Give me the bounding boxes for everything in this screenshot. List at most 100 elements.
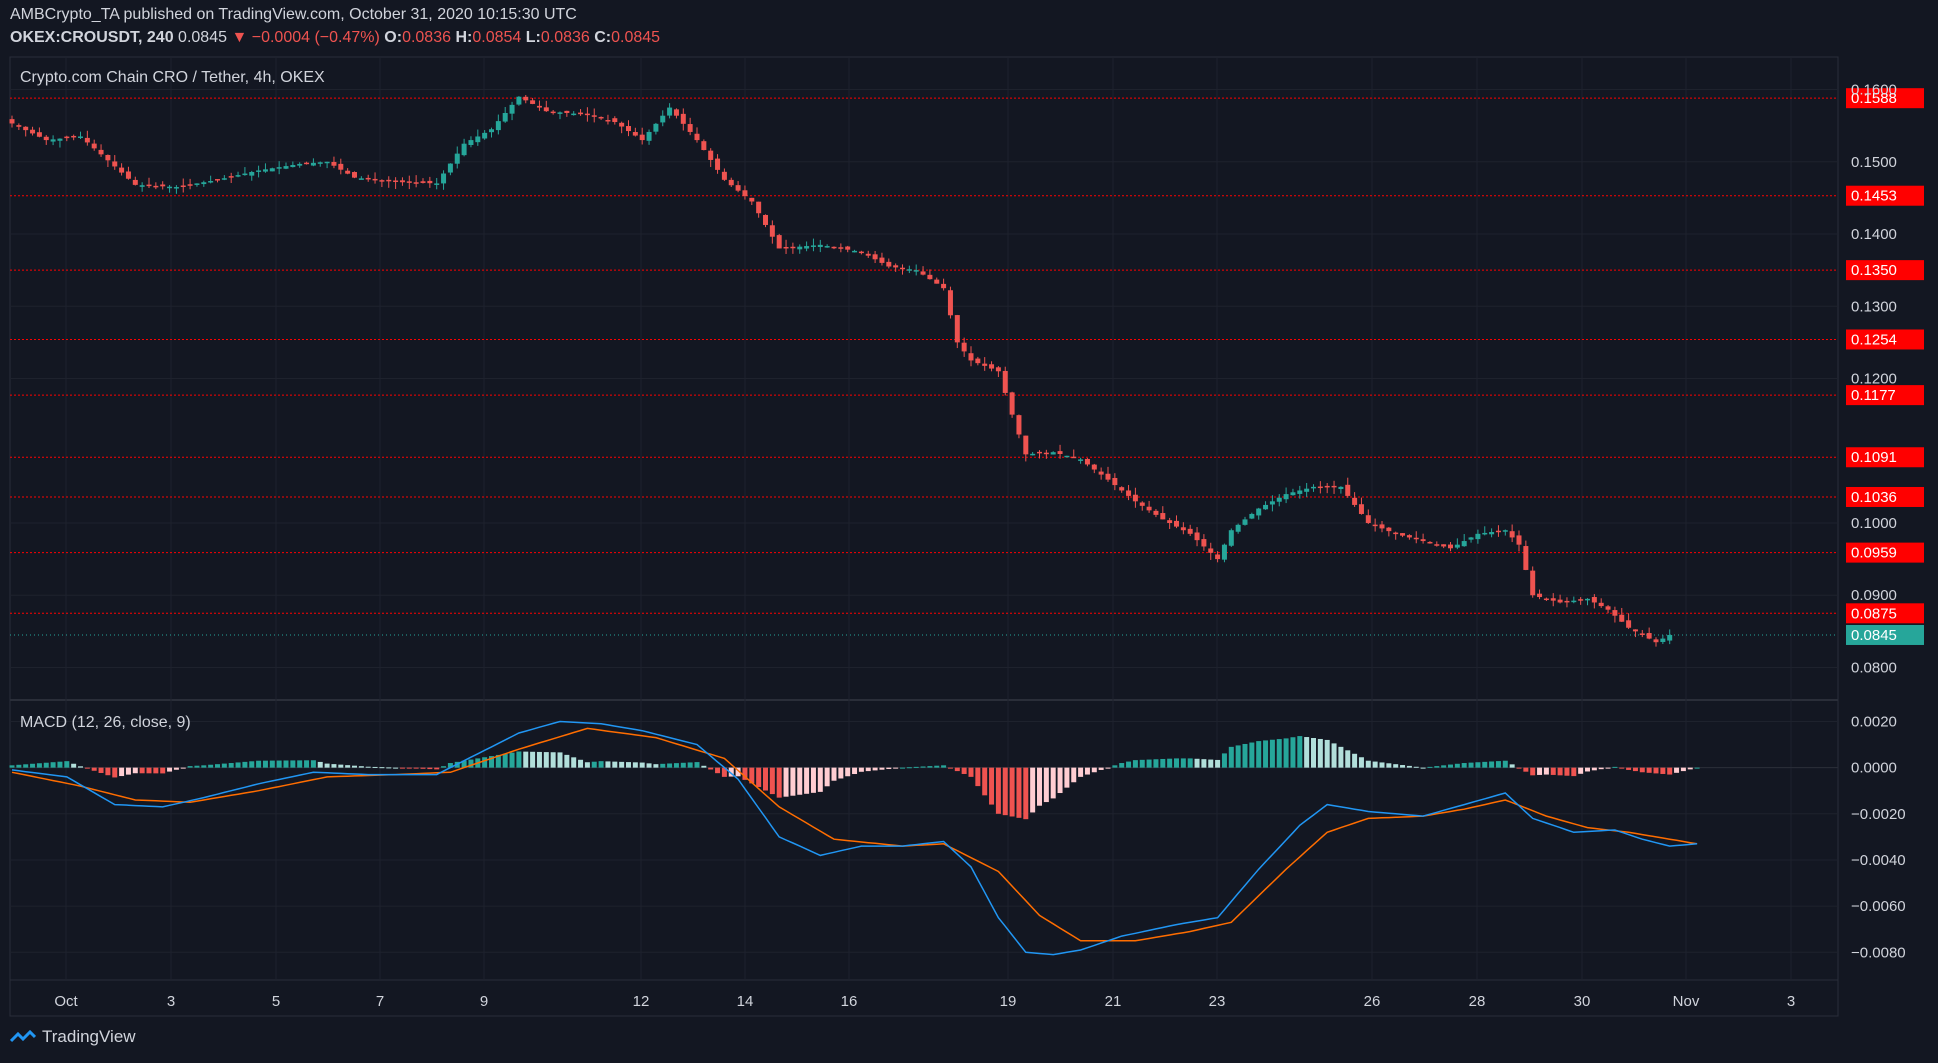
macd-tick-label: −0.0040 [1851, 852, 1906, 869]
candle [1660, 635, 1666, 645]
histogram-bar [119, 767, 125, 777]
histogram-bar [954, 767, 960, 772]
histogram-bar [420, 767, 426, 769]
candle-body [989, 364, 995, 369]
candle-body [1187, 528, 1193, 534]
candle [708, 148, 714, 168]
candle-body [173, 187, 179, 189]
histogram-bar [1215, 759, 1221, 768]
candle [804, 241, 810, 252]
candle-body [982, 363, 988, 366]
histogram-bar [1516, 767, 1522, 769]
candle-body [413, 182, 419, 184]
histogram-bar [1543, 767, 1549, 775]
candle [276, 161, 282, 175]
candle [1482, 526, 1488, 536]
candle [975, 356, 981, 366]
candle-body [1119, 487, 1125, 491]
candle [1557, 594, 1563, 604]
candle-body [180, 185, 186, 187]
histogram-bar [927, 766, 933, 768]
histogram-bar [1578, 767, 1584, 774]
candle-body [1263, 504, 1269, 510]
histogram-bar [1585, 767, 1590, 772]
candle [1105, 466, 1111, 482]
histogram-bar [612, 761, 618, 768]
candle-body [43, 136, 49, 141]
candle-body [1386, 527, 1392, 532]
candle [1427, 541, 1433, 544]
candle [64, 135, 70, 142]
candle-body [1208, 548, 1214, 553]
axes: 0.1600 0.1500 0.1400 0.1300 0.1200 0.1000 0.09… [54, 82, 1905, 1010]
candle [84, 130, 90, 146]
candle-body [153, 185, 159, 188]
histogram-bar [1263, 740, 1269, 768]
level-price-label: 0.1254 [1851, 331, 1897, 348]
histogram-bar [715, 767, 721, 774]
histogram-bar [1571, 767, 1577, 777]
candle-body [900, 267, 905, 270]
histogram-bar [276, 760, 282, 768]
candle-body [235, 175, 241, 177]
candle-body [1358, 504, 1364, 514]
candle [1228, 528, 1234, 547]
candle-body [276, 167, 282, 169]
histogram-bar [50, 762, 56, 768]
candle-body [810, 245, 816, 247]
candle-body [1153, 510, 1159, 515]
histogram-bar [1564, 767, 1570, 776]
histogram-bar [386, 767, 392, 769]
candle-body [78, 136, 83, 138]
histogram-bar [297, 760, 303, 768]
candle [715, 154, 721, 174]
histogram-bar [9, 765, 15, 768]
candle-body [673, 109, 679, 116]
candle-body [831, 246, 837, 249]
x-tick-label: 23 [1209, 993, 1226, 1010]
histogram-bar [852, 767, 858, 775]
candle-body [1064, 455, 1070, 458]
candle-body [619, 122, 625, 127]
candle [1530, 566, 1536, 598]
main-chart-title: Crypto.com Chain CRO / Tether, 4h, OKEX [20, 69, 325, 86]
x-tick-label: 19 [1000, 993, 1017, 1010]
candle-body [1516, 535, 1522, 545]
candle-body [1585, 598, 1590, 601]
candle [543, 100, 549, 112]
candle-body [934, 279, 940, 284]
histogram-bar [1338, 746, 1344, 768]
candle [331, 156, 337, 169]
histogram-bar [1420, 767, 1426, 769]
grid [10, 57, 1839, 1016]
histogram-bar [1372, 761, 1378, 768]
candle-body [858, 251, 864, 254]
histogram-bar [598, 761, 604, 768]
candle-body [653, 123, 659, 132]
histogram-bar [1098, 767, 1104, 770]
histogram-bar [1660, 767, 1666, 774]
histogram-bar [1317, 738, 1323, 768]
candle-body [139, 185, 145, 187]
candle [810, 238, 816, 252]
candle-body [1413, 537, 1419, 540]
candle [23, 126, 29, 137]
histogram-bar [331, 764, 337, 768]
price-tick-label: 0.0800 [1851, 659, 1897, 676]
candle-body [1468, 537, 1474, 540]
histogram-bar [838, 767, 844, 779]
candle [1489, 528, 1495, 538]
histogram-bar [78, 766, 83, 768]
histogram-bar [1023, 767, 1029, 820]
chart-canvas[interactable]: 0.15880.14530.13500.12540.11770.10910.10… [0, 0, 1938, 1063]
candle-body [968, 353, 974, 361]
candle [591, 108, 597, 123]
candle-body [1632, 629, 1638, 632]
candle [352, 171, 357, 179]
candle-body [1331, 485, 1337, 488]
candle [879, 252, 885, 266]
histogram-bar [324, 763, 330, 768]
tradingview-logo[interactable]: TradingView [10, 1027, 136, 1047]
candle [228, 172, 234, 183]
candle [489, 127, 494, 138]
